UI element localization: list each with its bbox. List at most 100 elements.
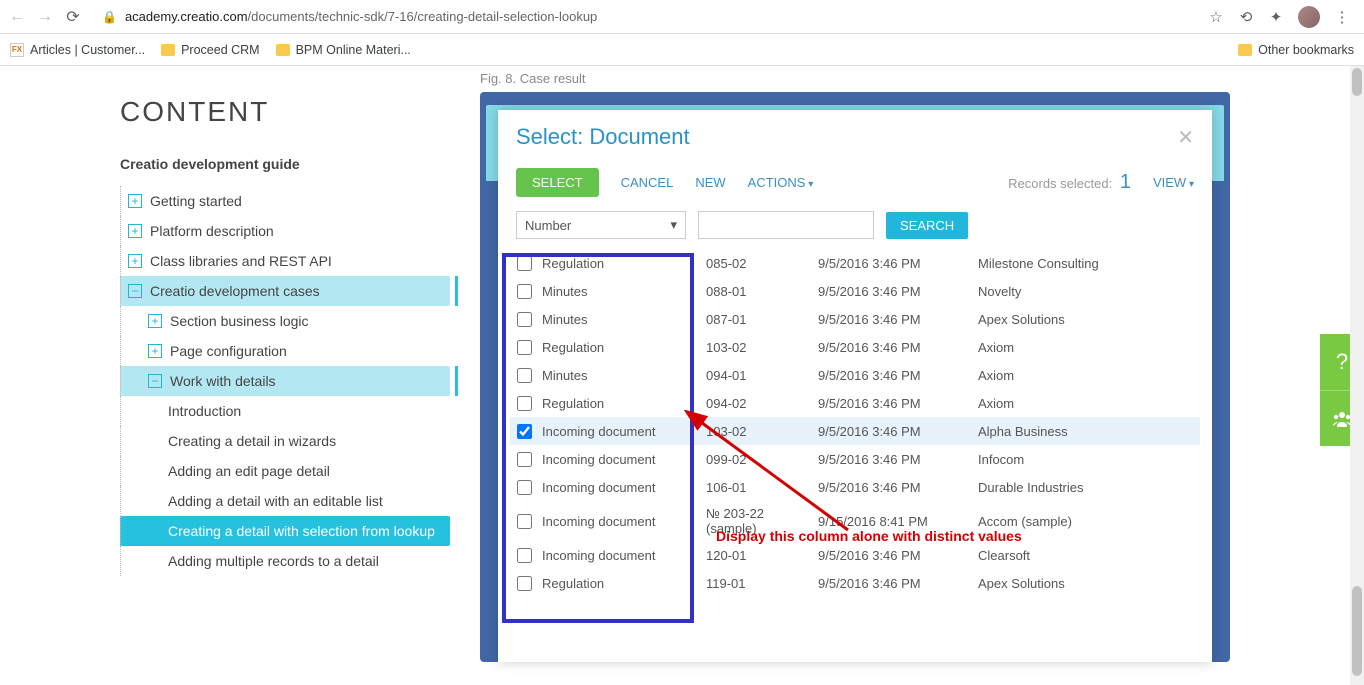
- forward-button[interactable]: →: [36, 8, 54, 26]
- expand-icon[interactable]: +: [148, 344, 162, 358]
- row-checkbox[interactable]: [517, 548, 532, 563]
- nav-item[interactable]: Adding multiple records to a detail: [120, 546, 450, 576]
- cell-date: 9/5/2016 3:46 PM: [818, 548, 978, 563]
- cell-date: 9/5/2016 3:46 PM: [818, 340, 978, 355]
- cell-type: Regulation: [538, 340, 706, 355]
- document-table: Regulation085-029/5/2016 3:46 PMMileston…: [498, 249, 1212, 597]
- cell-date: 9/5/2016 3:46 PM: [818, 256, 978, 271]
- cell-type: Minutes: [538, 284, 706, 299]
- nav-item-label: Creatio development cases: [150, 283, 320, 299]
- menu-icon[interactable]: ⋮: [1334, 9, 1350, 25]
- nav-item-label: Introduction: [168, 403, 241, 419]
- table-row[interactable]: Regulation119-019/5/2016 3:46 PMApex Sol…: [510, 569, 1200, 597]
- cell-account: Accom (sample): [978, 514, 1200, 529]
- cell-number: 087-01: [706, 312, 818, 327]
- search-button[interactable]: SEARCH: [886, 212, 968, 239]
- expand-icon[interactable]: +: [128, 254, 142, 268]
- table-row[interactable]: Incoming document103-029/5/2016 3:46 PMA…: [510, 417, 1200, 445]
- row-checkbox[interactable]: [517, 452, 532, 467]
- other-bookmarks[interactable]: Other bookmarks: [1238, 43, 1354, 57]
- nav-item[interactable]: Creating a detail in wizards: [120, 426, 450, 456]
- cell-number: 106-01: [706, 480, 818, 495]
- nav-item[interactable]: +Class libraries and REST API: [120, 246, 450, 276]
- nav-item[interactable]: Introduction: [120, 396, 450, 426]
- row-checkbox[interactable]: [517, 340, 532, 355]
- row-checkbox[interactable]: [517, 396, 532, 411]
- nav-item[interactable]: Adding a detail with an editable list: [120, 486, 450, 516]
- content-nav: CONTENT Creatio development guide +Getti…: [120, 96, 450, 685]
- collapse-icon[interactable]: −: [148, 374, 162, 388]
- view-button[interactable]: VIEW: [1153, 175, 1194, 190]
- collapse-icon[interactable]: −: [128, 284, 142, 298]
- table-row[interactable]: Incoming document099-029/5/2016 3:46 PMI…: [510, 445, 1200, 473]
- address-bar[interactable]: 🔒 academy.creatio.com/documents/technic-…: [92, 9, 1198, 24]
- row-checkbox[interactable]: [517, 480, 532, 495]
- folder-icon: [1238, 44, 1252, 56]
- cell-date: 9/5/2016 3:46 PM: [818, 480, 978, 495]
- table-row[interactable]: Regulation094-029/5/2016 3:46 PMAxiom: [510, 389, 1200, 417]
- table-row[interactable]: Incoming document106-019/5/2016 3:46 PMD…: [510, 473, 1200, 501]
- reload-button[interactable]: ⟳: [64, 8, 82, 26]
- nav-item[interactable]: Adding an edit page detail: [120, 456, 450, 486]
- expand-icon[interactable]: +: [148, 314, 162, 328]
- nav-item[interactable]: +Section business logic: [120, 306, 450, 336]
- row-checkbox[interactable]: [517, 256, 532, 271]
- page-scrollbar[interactable]: [1350, 66, 1364, 685]
- profile-avatar[interactable]: [1298, 6, 1320, 28]
- table-row[interactable]: Minutes087-019/5/2016 3:46 PMApex Soluti…: [510, 305, 1200, 333]
- table-row[interactable]: Minutes094-019/5/2016 3:46 PMAxiom: [510, 361, 1200, 389]
- bookmark-item[interactable]: FXArticles | Customer...: [10, 43, 145, 57]
- row-checkbox[interactable]: [517, 368, 532, 383]
- nav-item-label: Creating a detail with selection from lo…: [168, 523, 435, 539]
- nav-item-label: Adding multiple records to a detail: [168, 553, 379, 569]
- records-selected: Records selected: 1: [1008, 171, 1131, 194]
- cell-account: Novelty: [978, 284, 1200, 299]
- cell-number: 120-01: [706, 548, 818, 563]
- table-row[interactable]: Regulation085-029/5/2016 3:46 PMMileston…: [510, 249, 1200, 277]
- nav-item-label: Work with details: [170, 373, 276, 389]
- expand-icon[interactable]: +: [128, 194, 142, 208]
- table-row[interactable]: Incoming document120-019/5/2016 3:46 PMC…: [510, 541, 1200, 569]
- browser-toolbar: ← → ⟳ 🔒 academy.creatio.com/documents/te…: [0, 0, 1364, 34]
- row-checkbox[interactable]: [517, 284, 532, 299]
- row-checkbox[interactable]: [517, 576, 532, 591]
- cell-date: 9/5/2016 3:46 PM: [818, 424, 978, 439]
- select-dialog: Select: Document ✕ SELECT CANCEL NEW ACT…: [498, 110, 1212, 662]
- dialog-title: Select: Document: [516, 124, 690, 150]
- star-icon[interactable]: ☆: [1208, 9, 1224, 25]
- select-button[interactable]: SELECT: [516, 168, 599, 197]
- nav-item-label: Getting started: [150, 193, 242, 209]
- table-row[interactable]: Regulation103-029/5/2016 3:46 PMAxiom: [510, 333, 1200, 361]
- nav-item-label: Creating a detail in wizards: [168, 433, 336, 449]
- row-checkbox[interactable]: [517, 312, 532, 327]
- nav-item[interactable]: +Platform description: [120, 216, 450, 246]
- expand-icon[interactable]: +: [128, 224, 142, 238]
- row-checkbox[interactable]: [517, 514, 532, 529]
- nav-item[interactable]: + Getting started: [120, 186, 450, 216]
- nav-item[interactable]: −Creatio development cases: [120, 276, 450, 306]
- extensions-icon[interactable]: ✦: [1268, 9, 1284, 25]
- filter-column-select[interactable]: Number▾: [516, 211, 686, 239]
- cancel-button[interactable]: CANCEL: [621, 175, 674, 190]
- actions-button[interactable]: ACTIONS: [748, 175, 814, 190]
- cell-number: 085-02: [706, 256, 818, 271]
- back-button[interactable]: ←: [8, 8, 26, 26]
- folder-icon: [276, 44, 290, 56]
- sync-icon[interactable]: ⟲: [1238, 9, 1254, 25]
- chevron-down-icon: ▾: [670, 217, 677, 233]
- filter-value-input[interactable]: [698, 211, 874, 239]
- nav-item[interactable]: −Work with details: [120, 366, 450, 396]
- nav-item[interactable]: +Page configuration: [120, 336, 450, 366]
- table-row[interactable]: Minutes088-019/5/2016 3:46 PMNovelty: [510, 277, 1200, 305]
- lock-icon: 🔒: [102, 10, 117, 24]
- content-subheading: Creatio development guide: [120, 156, 450, 172]
- cell-account: Milestone Consulting: [978, 256, 1200, 271]
- annotation-text: Display this column alone with distinct …: [716, 528, 1022, 544]
- nav-item[interactable]: Creating a detail with selection from lo…: [120, 516, 450, 546]
- close-icon[interactable]: ✕: [1177, 125, 1194, 150]
- bookmark-item[interactable]: BPM Online Materi...: [276, 43, 411, 57]
- new-button[interactable]: NEW: [695, 175, 725, 190]
- folder-icon: [161, 44, 175, 56]
- row-checkbox[interactable]: [517, 424, 532, 439]
- bookmark-item[interactable]: Proceed CRM: [161, 43, 260, 57]
